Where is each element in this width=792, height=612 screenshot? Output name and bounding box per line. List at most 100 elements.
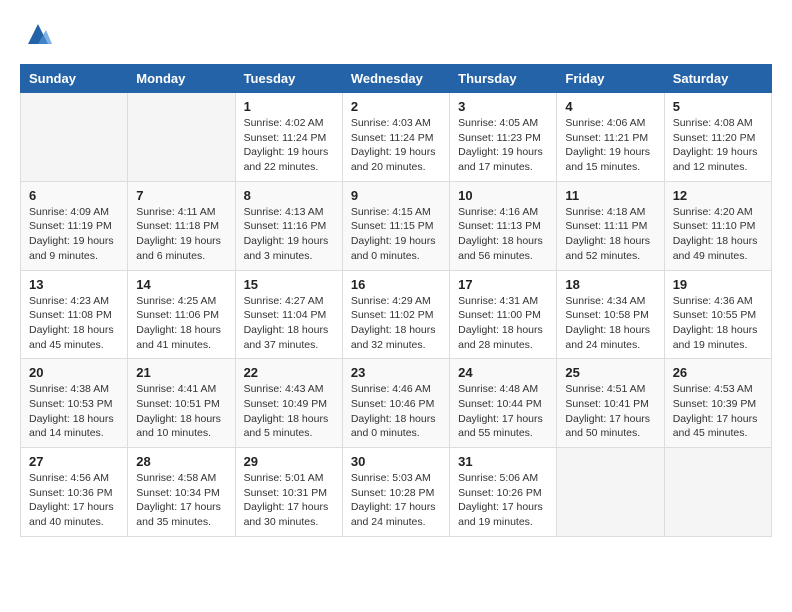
day-info: Sunrise: 4:16 AM Sunset: 11:13 PM Daylig… — [458, 205, 548, 264]
day-number: 11 — [565, 188, 655, 203]
weekday-header-tuesday: Tuesday — [235, 65, 342, 93]
calendar-week-3: 13 Sunrise: 4:23 AM Sunset: 11:08 PM Day… — [21, 270, 772, 359]
day-info: Sunrise: 4:38 AM Sunset: 10:53 PM Daylig… — [29, 382, 119, 441]
day-info: Sunrise: 4:31 AM Sunset: 11:00 PM Daylig… — [458, 294, 548, 353]
day-info: Sunrise: 4:05 AM Sunset: 11:23 PM Daylig… — [458, 116, 548, 175]
calendar-cell — [21, 93, 128, 182]
calendar-cell: 2 Sunrise: 4:03 AM Sunset: 11:24 PM Dayl… — [342, 93, 449, 182]
calendar-header: SundayMondayTuesdayWednesdayThursdayFrid… — [21, 65, 772, 93]
day-info: Sunrise: 4:25 AM Sunset: 11:06 PM Daylig… — [136, 294, 226, 353]
weekday-header-sunday: Sunday — [21, 65, 128, 93]
calendar-week-5: 27 Sunrise: 4:56 AM Sunset: 10:36 PM Day… — [21, 448, 772, 537]
weekday-header-row: SundayMondayTuesdayWednesdayThursdayFrid… — [21, 65, 772, 93]
day-info: Sunrise: 4:06 AM Sunset: 11:21 PM Daylig… — [565, 116, 655, 175]
day-number: 13 — [29, 277, 119, 292]
day-info: Sunrise: 4:56 AM Sunset: 10:36 PM Daylig… — [29, 471, 119, 530]
calendar-cell: 8 Sunrise: 4:13 AM Sunset: 11:16 PM Dayl… — [235, 181, 342, 270]
calendar-cell: 31 Sunrise: 5:06 AM Sunset: 10:26 PM Day… — [450, 448, 557, 537]
day-info: Sunrise: 4:20 AM Sunset: 11:10 PM Daylig… — [673, 205, 763, 264]
page-header — [20, 20, 772, 48]
day-info: Sunrise: 4:03 AM Sunset: 11:24 PM Daylig… — [351, 116, 441, 175]
day-info: Sunrise: 4:58 AM Sunset: 10:34 PM Daylig… — [136, 471, 226, 530]
day-number: 15 — [244, 277, 334, 292]
calendar-week-4: 20 Sunrise: 4:38 AM Sunset: 10:53 PM Day… — [21, 359, 772, 448]
calendar-cell: 24 Sunrise: 4:48 AM Sunset: 10:44 PM Day… — [450, 359, 557, 448]
day-number: 5 — [673, 99, 763, 114]
day-number: 25 — [565, 365, 655, 380]
day-number: 28 — [136, 454, 226, 469]
logo-icon — [24, 20, 52, 48]
calendar-cell: 11 Sunrise: 4:18 AM Sunset: 11:11 PM Day… — [557, 181, 664, 270]
calendar-cell: 17 Sunrise: 4:31 AM Sunset: 11:00 PM Day… — [450, 270, 557, 359]
day-info: Sunrise: 5:03 AM Sunset: 10:28 PM Daylig… — [351, 471, 441, 530]
calendar-week-2: 6 Sunrise: 4:09 AM Sunset: 11:19 PM Dayl… — [21, 181, 772, 270]
day-number: 2 — [351, 99, 441, 114]
calendar-cell: 16 Sunrise: 4:29 AM Sunset: 11:02 PM Day… — [342, 270, 449, 359]
calendar-cell: 22 Sunrise: 4:43 AM Sunset: 10:49 PM Day… — [235, 359, 342, 448]
calendar-table: SundayMondayTuesdayWednesdayThursdayFrid… — [20, 64, 772, 537]
weekday-header-thursday: Thursday — [450, 65, 557, 93]
day-info: Sunrise: 4:53 AM Sunset: 10:39 PM Daylig… — [673, 382, 763, 441]
weekday-header-monday: Monday — [128, 65, 235, 93]
calendar-cell: 15 Sunrise: 4:27 AM Sunset: 11:04 PM Day… — [235, 270, 342, 359]
day-number: 12 — [673, 188, 763, 203]
day-info: Sunrise: 4:51 AM Sunset: 10:41 PM Daylig… — [565, 382, 655, 441]
calendar-cell: 3 Sunrise: 4:05 AM Sunset: 11:23 PM Dayl… — [450, 93, 557, 182]
day-number: 16 — [351, 277, 441, 292]
day-info: Sunrise: 4:48 AM Sunset: 10:44 PM Daylig… — [458, 382, 548, 441]
calendar-cell: 5 Sunrise: 4:08 AM Sunset: 11:20 PM Dayl… — [664, 93, 771, 182]
calendar-cell: 19 Sunrise: 4:36 AM Sunset: 10:55 PM Day… — [664, 270, 771, 359]
day-info: Sunrise: 4:41 AM Sunset: 10:51 PM Daylig… — [136, 382, 226, 441]
weekday-header-wednesday: Wednesday — [342, 65, 449, 93]
calendar-cell: 29 Sunrise: 5:01 AM Sunset: 10:31 PM Day… — [235, 448, 342, 537]
calendar-cell: 7 Sunrise: 4:11 AM Sunset: 11:18 PM Dayl… — [128, 181, 235, 270]
day-info: Sunrise: 4:08 AM Sunset: 11:20 PM Daylig… — [673, 116, 763, 175]
calendar-cell — [557, 448, 664, 537]
day-info: Sunrise: 4:11 AM Sunset: 11:18 PM Daylig… — [136, 205, 226, 264]
calendar-cell: 14 Sunrise: 4:25 AM Sunset: 11:06 PM Day… — [128, 270, 235, 359]
calendar-cell: 1 Sunrise: 4:02 AM Sunset: 11:24 PM Dayl… — [235, 93, 342, 182]
day-number: 14 — [136, 277, 226, 292]
day-info: Sunrise: 4:29 AM Sunset: 11:02 PM Daylig… — [351, 294, 441, 353]
day-number: 21 — [136, 365, 226, 380]
weekday-header-friday: Friday — [557, 65, 664, 93]
logo — [20, 20, 52, 48]
day-number: 23 — [351, 365, 441, 380]
day-number: 19 — [673, 277, 763, 292]
day-info: Sunrise: 4:15 AM Sunset: 11:15 PM Daylig… — [351, 205, 441, 264]
day-info: Sunrise: 4:23 AM Sunset: 11:08 PM Daylig… — [29, 294, 119, 353]
day-number: 24 — [458, 365, 548, 380]
weekday-header-saturday: Saturday — [664, 65, 771, 93]
calendar-cell: 28 Sunrise: 4:58 AM Sunset: 10:34 PM Day… — [128, 448, 235, 537]
calendar-cell: 4 Sunrise: 4:06 AM Sunset: 11:21 PM Dayl… — [557, 93, 664, 182]
calendar-body: 1 Sunrise: 4:02 AM Sunset: 11:24 PM Dayl… — [21, 93, 772, 537]
calendar-cell: 30 Sunrise: 5:03 AM Sunset: 10:28 PM Day… — [342, 448, 449, 537]
day-number: 29 — [244, 454, 334, 469]
calendar-cell: 25 Sunrise: 4:51 AM Sunset: 10:41 PM Day… — [557, 359, 664, 448]
calendar-cell: 20 Sunrise: 4:38 AM Sunset: 10:53 PM Day… — [21, 359, 128, 448]
calendar-cell — [128, 93, 235, 182]
calendar-cell: 23 Sunrise: 4:46 AM Sunset: 10:46 PM Day… — [342, 359, 449, 448]
calendar-cell: 18 Sunrise: 4:34 AM Sunset: 10:58 PM Day… — [557, 270, 664, 359]
calendar-cell: 6 Sunrise: 4:09 AM Sunset: 11:19 PM Dayl… — [21, 181, 128, 270]
day-number: 26 — [673, 365, 763, 380]
day-number: 8 — [244, 188, 334, 203]
day-number: 20 — [29, 365, 119, 380]
calendar-cell — [664, 448, 771, 537]
calendar-cell: 12 Sunrise: 4:20 AM Sunset: 11:10 PM Day… — [664, 181, 771, 270]
day-number: 17 — [458, 277, 548, 292]
day-number: 30 — [351, 454, 441, 469]
day-info: Sunrise: 4:02 AM Sunset: 11:24 PM Daylig… — [244, 116, 334, 175]
day-info: Sunrise: 4:36 AM Sunset: 10:55 PM Daylig… — [673, 294, 763, 353]
day-number: 27 — [29, 454, 119, 469]
day-info: Sunrise: 5:06 AM Sunset: 10:26 PM Daylig… — [458, 471, 548, 530]
day-number: 9 — [351, 188, 441, 203]
calendar-cell: 21 Sunrise: 4:41 AM Sunset: 10:51 PM Day… — [128, 359, 235, 448]
calendar-week-1: 1 Sunrise: 4:02 AM Sunset: 11:24 PM Dayl… — [21, 93, 772, 182]
day-number: 22 — [244, 365, 334, 380]
day-info: Sunrise: 4:13 AM Sunset: 11:16 PM Daylig… — [244, 205, 334, 264]
day-number: 1 — [244, 99, 334, 114]
day-number: 18 — [565, 277, 655, 292]
day-info: Sunrise: 4:34 AM Sunset: 10:58 PM Daylig… — [565, 294, 655, 353]
day-number: 31 — [458, 454, 548, 469]
